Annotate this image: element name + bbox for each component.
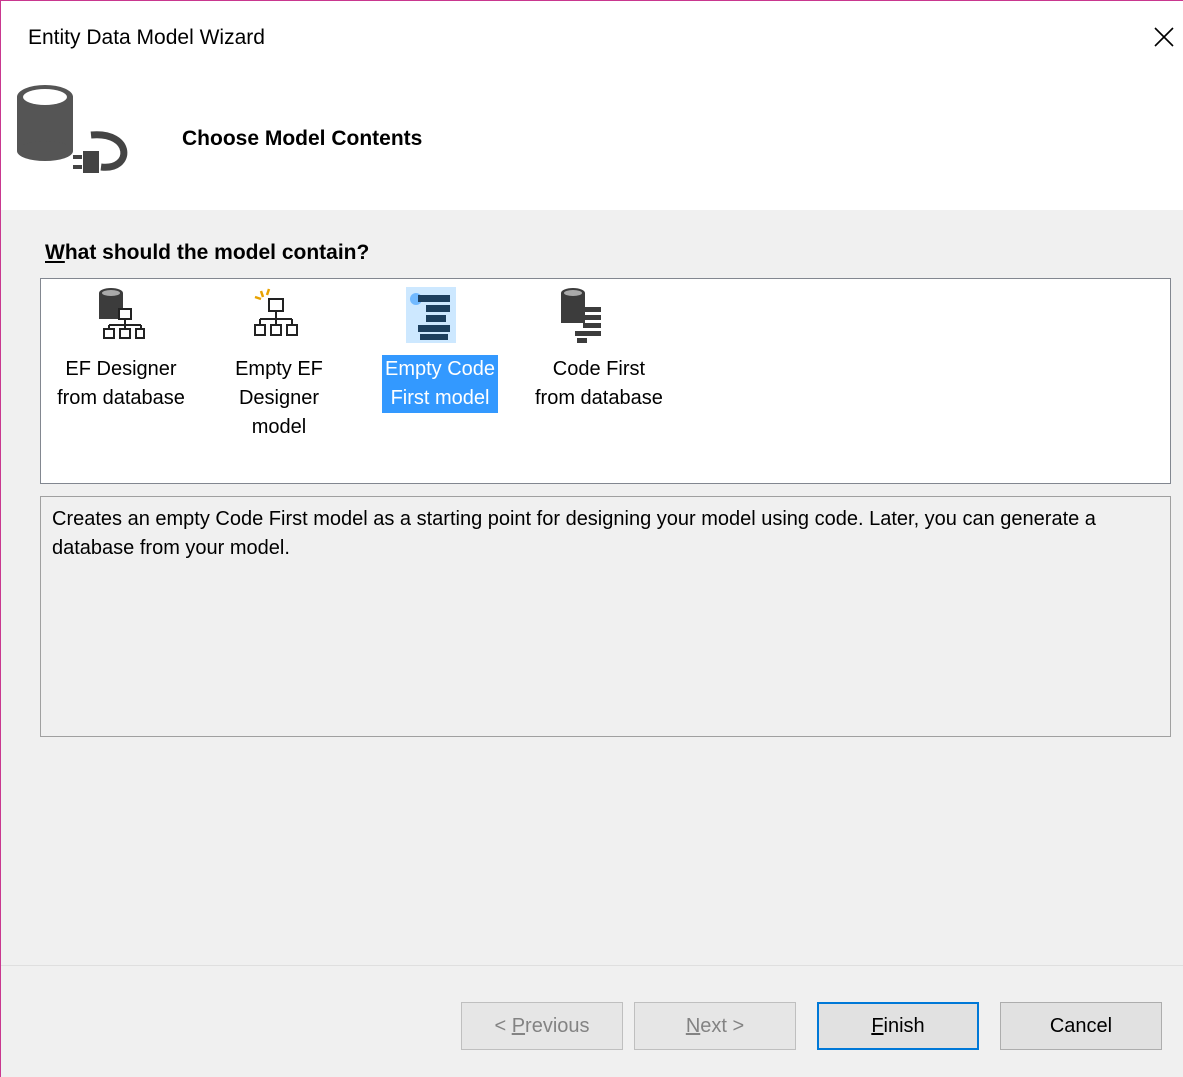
option-label: Empty Code First model xyxy=(382,355,499,413)
button-label: ext > xyxy=(700,1014,745,1037)
page-title: Choose Model Contents xyxy=(182,127,423,150)
footer-divider xyxy=(1,965,1183,966)
button-prefix: < xyxy=(494,1014,512,1037)
option-description: Creates an empty Code First model as a s… xyxy=(40,496,1171,737)
previous-button[interactable]: < Previous xyxy=(461,1002,623,1050)
title-bar: Entity Data Model Wizard xyxy=(1,1,1183,73)
label-text: hat should the model contain? xyxy=(64,241,370,264)
model-contents-label: What should the model contain? xyxy=(45,241,369,265)
accelerator-key: N xyxy=(685,1014,701,1037)
accelerator-key: F xyxy=(871,1014,884,1037)
database-code-icon xyxy=(561,288,601,343)
accelerator-key: W xyxy=(45,241,65,264)
button-label: inish xyxy=(883,1014,925,1037)
close-icon xyxy=(1154,27,1174,47)
option-empty-ef-designer-model[interactable]: Empty EF Designer model xyxy=(209,279,349,479)
accelerator-key: P xyxy=(511,1014,526,1037)
close-button[interactable] xyxy=(1146,19,1182,55)
database-connection-icon xyxy=(17,85,128,173)
option-label: Code First from database xyxy=(535,358,663,409)
option-ef-designer-from-database[interactable]: EF Designer from database xyxy=(51,279,191,479)
option-empty-code-first-model[interactable]: Empty Code First model xyxy=(364,279,504,479)
database-hierarchy-icon xyxy=(99,288,145,339)
window-title: Entity Data Model Wizard xyxy=(28,26,265,49)
wizard-header: Choose Model Contents xyxy=(1,73,1183,210)
model-contents-list[interactable]: EF Designer from database Empty EF Desig… xyxy=(40,278,1171,484)
option-label: Empty EF Designer model xyxy=(235,358,323,438)
wizard-window: Entity Data Model Wizard Choose Model Co… xyxy=(0,0,1183,1077)
button-label: Cancel xyxy=(1049,1014,1113,1037)
finish-button[interactable]: Finish xyxy=(817,1002,979,1050)
new-hierarchy-icon xyxy=(254,288,298,336)
option-label: EF Designer from database xyxy=(57,358,185,409)
option-code-first-from-database[interactable]: Code First from database xyxy=(521,279,663,479)
next-button[interactable]: Next > xyxy=(634,1002,796,1050)
code-first-icon xyxy=(406,287,456,343)
cancel-button[interactable]: Cancel xyxy=(1000,1002,1162,1050)
button-label: revious xyxy=(525,1014,590,1037)
